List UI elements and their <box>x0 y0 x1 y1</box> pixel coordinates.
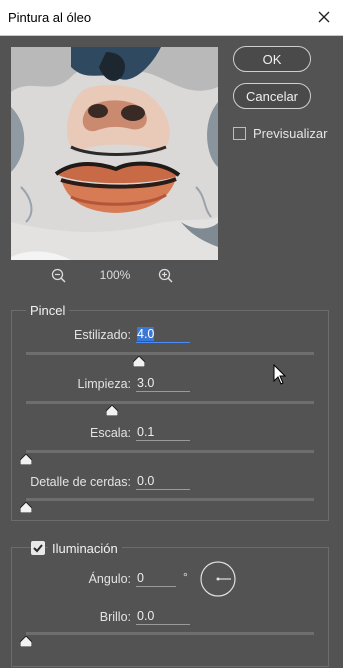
brillo-input[interactable]: 0.0 <box>136 609 190 625</box>
preview-image[interactable] <box>11 47 218 260</box>
detalle-input[interactable]: 0.0 <box>136 474 190 490</box>
detalle-slider-track[interactable] <box>26 498 314 501</box>
angle-dial[interactable] <box>200 561 236 597</box>
angulo-label: Ángulo: <box>88 572 131 586</box>
limpieza-slider-thumb[interactable] <box>106 405 118 416</box>
preview-checkbox-label: Previsualizar <box>253 126 328 141</box>
limpieza-value: 3.0 <box>137 376 155 390</box>
brillo-label: Brillo: <box>99 610 131 624</box>
estilizado-value: 4.0 <box>137 327 155 341</box>
ok-button[interactable]: OK <box>233 46 311 72</box>
zoom-out-icon[interactable] <box>50 266 68 286</box>
cancel-button[interactable]: Cancelar <box>233 83 311 109</box>
brillo-slider-track[interactable] <box>26 632 314 635</box>
checkmark-icon <box>33 544 43 553</box>
estilizado-slider-track[interactable] <box>26 352 314 355</box>
limpieza-label: Limpieza: <box>77 377 132 391</box>
brillo-slider-thumb[interactable] <box>20 636 32 647</box>
detalle-value: 0.0 <box>137 474 155 488</box>
close-icon[interactable] <box>313 6 335 28</box>
detalle-slider-thumb[interactable] <box>20 502 32 513</box>
preview-checkbox[interactable] <box>233 127 246 140</box>
title-bar: Pintura al óleo <box>0 0 343 36</box>
angulo-input[interactable]: 0 <box>136 571 176 587</box>
escala-slider-thumb[interactable] <box>20 454 32 465</box>
limpieza-slider-track[interactable] <box>26 401 314 404</box>
detalle-label: Detalle de cerdas: <box>30 475 131 489</box>
zoom-in-icon[interactable] <box>157 266 175 286</box>
dialog-title: Pintura al óleo <box>8 10 92 25</box>
escala-input[interactable]: 0.1 <box>136 425 190 441</box>
iluminacion-group <box>11 547 329 667</box>
iluminacion-checkbox[interactable] <box>31 541 45 555</box>
angulo-unit: ° <box>183 570 188 584</box>
escala-label: Escala: <box>90 426 131 440</box>
limpieza-input[interactable]: 3.0 <box>136 376 190 392</box>
escala-value: 0.1 <box>137 425 155 439</box>
oil-paint-preview-image <box>11 47 218 260</box>
estilizado-input[interactable]: 4.0 <box>136 327 190 343</box>
pincel-legend: Pincel <box>26 303 70 318</box>
iluminacion-legend: Iluminación <box>48 541 122 556</box>
estilizado-label: Estilizado: <box>74 328 131 342</box>
estilizado-slider-thumb[interactable] <box>133 356 145 367</box>
angulo-value: 0 <box>137 571 144 585</box>
escala-slider-track[interactable] <box>26 450 314 453</box>
brillo-value: 0.0 <box>137 609 155 623</box>
zoom-level: 100% <box>99 268 131 282</box>
mouse-cursor-icon <box>273 364 287 385</box>
